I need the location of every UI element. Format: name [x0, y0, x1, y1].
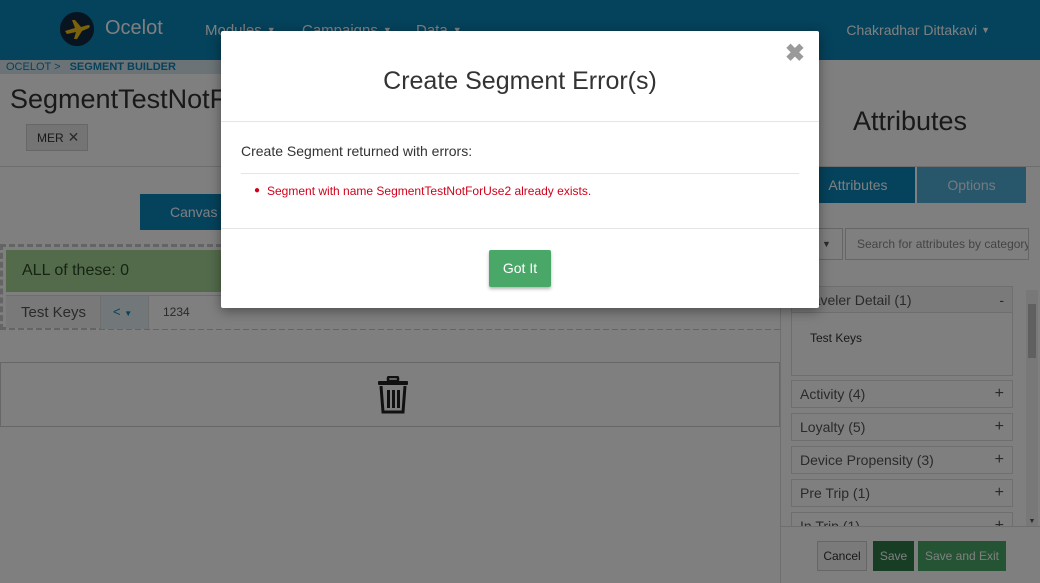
modal-message: Create Segment returned with errors:: [241, 143, 473, 159]
modal-header-divider: [221, 121, 819, 122]
close-icon[interactable]: ✖: [785, 41, 805, 67]
got-it-button[interactable]: Got It: [489, 250, 551, 287]
error-modal: ✖ Create Segment Error(s) Create Segment…: [221, 31, 819, 308]
modal-title: Create Segment Error(s): [383, 67, 657, 95]
modal-message-divider: [241, 173, 799, 174]
modal-footer-divider: [221, 228, 819, 229]
bullet-icon: ●: [254, 185, 261, 196]
error-text: Segment with name SegmentTestNotForUse2 …: [267, 184, 592, 198]
error-list-item: ● Segment with name SegmentTestNotForUse…: [254, 184, 592, 198]
